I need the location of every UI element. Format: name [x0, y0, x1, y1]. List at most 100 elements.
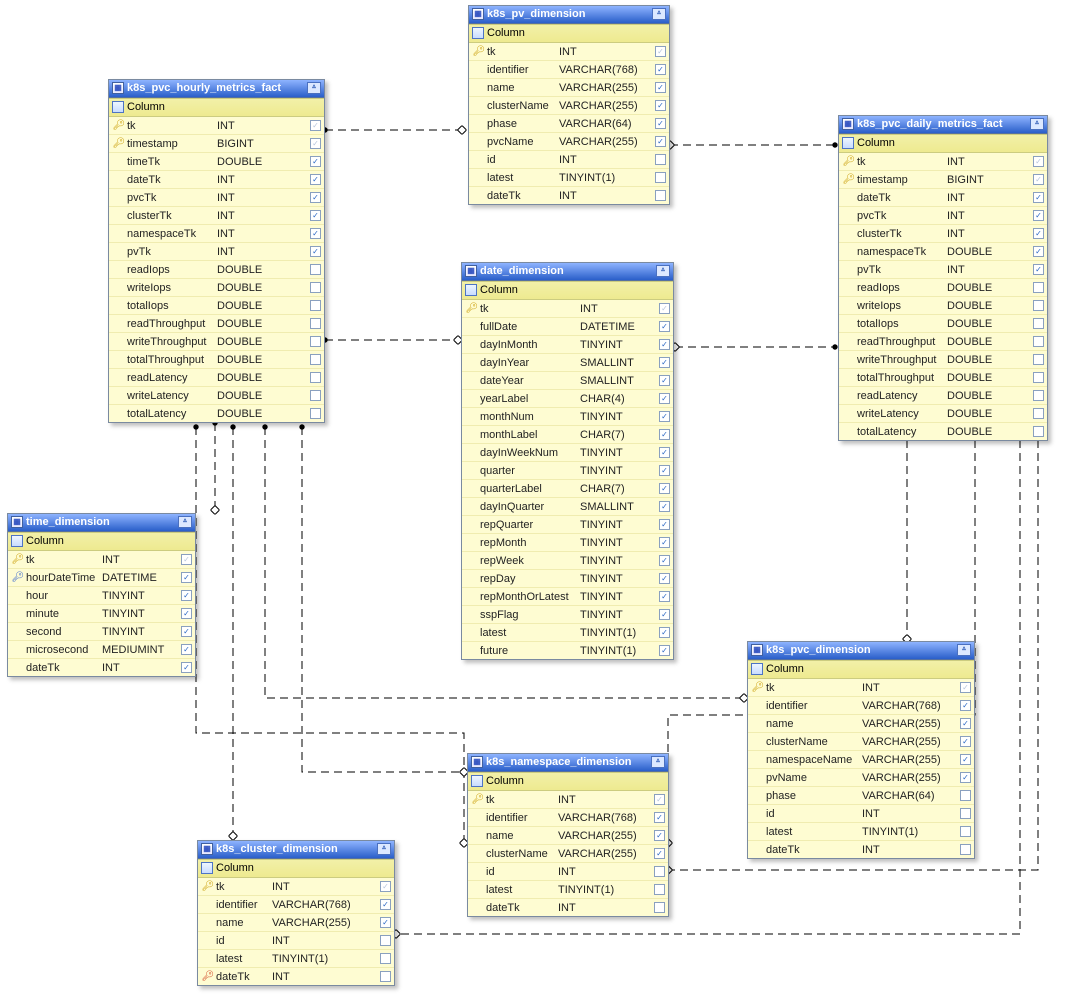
column-row[interactable]: 🔑︎tkINT✓ — [468, 791, 668, 809]
column-row[interactable]: namespaceNameVARCHAR(255)✓ — [748, 751, 974, 769]
column-row[interactable]: namespaceTkINT✓ — [109, 225, 324, 243]
not-null-checkbox[interactable]: ✓ — [1033, 426, 1044, 437]
entity-k8s_cluster_dimension[interactable]: ▦k8s_cluster_dimension▵Column🔑︎tkINT✓ide… — [197, 840, 395, 986]
not-null-checkbox[interactable]: ✓ — [310, 120, 321, 131]
not-null-checkbox[interactable]: ✓ — [181, 608, 192, 619]
not-null-checkbox[interactable]: ✓ — [181, 590, 192, 601]
column-row[interactable]: identifierVARCHAR(768)✓ — [468, 809, 668, 827]
column-row[interactable]: sspFlagTINYINT✓ — [462, 606, 673, 624]
column-row[interactable]: 🔑︎tkINT✓ — [839, 153, 1047, 171]
entity-k8s_pv_dimension[interactable]: ▦k8s_pv_dimension▵Column🔑︎tkINT✓identifi… — [468, 5, 670, 205]
column-row[interactable]: phaseVARCHAR(64)✓ — [748, 787, 974, 805]
column-section-header[interactable]: Column — [8, 532, 195, 551]
column-row[interactable]: pvcTkINT✓ — [839, 207, 1047, 225]
not-null-checkbox[interactable]: ✓ — [380, 917, 391, 928]
not-null-checkbox[interactable]: ✓ — [654, 902, 665, 913]
column-row[interactable]: clusterNameVARCHAR(255)✓ — [468, 845, 668, 863]
column-row[interactable]: identifierVARCHAR(768)✓ — [469, 61, 669, 79]
column-row[interactable]: dayInMonthTINYINT✓ — [462, 336, 673, 354]
collapse-icon[interactable]: ▵ — [652, 8, 666, 20]
collapse-icon[interactable]: ▵ — [957, 644, 971, 656]
column-row[interactable]: idINT✓ — [468, 863, 668, 881]
not-null-checkbox[interactable]: ✓ — [659, 645, 670, 656]
not-null-checkbox[interactable]: ✓ — [659, 393, 670, 404]
column-row[interactable]: repMonthOrLatestTINYINT✓ — [462, 588, 673, 606]
not-null-checkbox[interactable]: ✓ — [310, 336, 321, 347]
not-null-checkbox[interactable]: ✓ — [960, 682, 971, 693]
column-row[interactable]: identifierVARCHAR(768)✓ — [198, 896, 394, 914]
not-null-checkbox[interactable]: ✓ — [310, 354, 321, 365]
column-row[interactable]: 🔑︎tkINT✓ — [198, 878, 394, 896]
entity-title[interactable]: ▦k8s_pvc_daily_metrics_fact▵ — [839, 116, 1047, 134]
column-row[interactable]: 🔑︎timestampBIGINT✓ — [109, 135, 324, 153]
not-null-checkbox[interactable]: ✓ — [659, 357, 670, 368]
column-row[interactable]: totalIopsDOUBLE✓ — [109, 297, 324, 315]
column-row[interactable]: clusterNameVARCHAR(255)✓ — [469, 97, 669, 115]
not-null-checkbox[interactable]: ✓ — [1033, 390, 1044, 401]
column-row[interactable]: totalThroughputDOUBLE✓ — [109, 351, 324, 369]
entity-k8s_pvc_daily_metrics_fact[interactable]: ▦k8s_pvc_daily_metrics_fact▵Column🔑︎tkIN… — [838, 115, 1048, 441]
column-row[interactable]: pvcTkINT✓ — [109, 189, 324, 207]
column-row[interactable]: repMonthTINYINT✓ — [462, 534, 673, 552]
column-row[interactable]: pvcNameVARCHAR(255)✓ — [469, 133, 669, 151]
column-row[interactable]: 🔑︎tkINT✓ — [748, 679, 974, 697]
entity-title[interactable]: ▦k8s_pv_dimension▵ — [469, 6, 669, 24]
column-row[interactable]: 🔑︎tkINT✓ — [8, 551, 195, 569]
not-null-checkbox[interactable]: ✓ — [654, 866, 665, 877]
collapse-icon[interactable]: ▵ — [1030, 118, 1044, 130]
not-null-checkbox[interactable]: ✓ — [659, 573, 670, 584]
entity-title[interactable]: ▦k8s_namespace_dimension▵ — [468, 754, 668, 772]
not-null-checkbox[interactable]: ✓ — [659, 447, 670, 458]
column-row[interactable]: dateTkINT✓ — [748, 841, 974, 858]
not-null-checkbox[interactable]: ✓ — [1033, 174, 1044, 185]
column-row[interactable]: idINT✓ — [748, 805, 974, 823]
column-row[interactable]: writeLatencyDOUBLE✓ — [109, 387, 324, 405]
not-null-checkbox[interactable]: ✓ — [181, 626, 192, 637]
not-null-checkbox[interactable]: ✓ — [310, 156, 321, 167]
column-section-header[interactable]: Column — [748, 660, 974, 679]
column-section-header[interactable]: Column — [198, 859, 394, 878]
not-null-checkbox[interactable]: ✓ — [659, 555, 670, 566]
column-row[interactable]: quarterLabelCHAR(7)✓ — [462, 480, 673, 498]
not-null-checkbox[interactable]: ✓ — [380, 971, 391, 982]
column-row[interactable]: pvNameVARCHAR(255)✓ — [748, 769, 974, 787]
not-null-checkbox[interactable]: ✓ — [659, 465, 670, 476]
column-row[interactable]: fullDateDATETIME✓ — [462, 318, 673, 336]
column-row[interactable]: totalLatencyDOUBLE✓ — [839, 423, 1047, 440]
not-null-checkbox[interactable]: ✓ — [960, 826, 971, 837]
not-null-checkbox[interactable]: ✓ — [310, 192, 321, 203]
column-row[interactable]: readThroughputDOUBLE✓ — [839, 333, 1047, 351]
not-null-checkbox[interactable]: ✓ — [659, 519, 670, 530]
column-row[interactable]: 🔑︎hourDateTimeDATETIME✓ — [8, 569, 195, 587]
not-null-checkbox[interactable]: ✓ — [960, 700, 971, 711]
column-row[interactable]: dateTkINT✓ — [839, 189, 1047, 207]
entity-k8s_pvc_dimension[interactable]: ▦k8s_pvc_dimension▵Column🔑︎tkINT✓identif… — [747, 641, 975, 859]
column-row[interactable]: secondTINYINT✓ — [8, 623, 195, 641]
collapse-icon[interactable]: ▵ — [307, 82, 321, 94]
column-row[interactable]: pvTkINT✓ — [839, 261, 1047, 279]
not-null-checkbox[interactable]: ✓ — [1033, 318, 1044, 329]
column-row[interactable]: hourTINYINT✓ — [8, 587, 195, 605]
not-null-checkbox[interactable]: ✓ — [380, 899, 391, 910]
column-row[interactable]: readLatencyDOUBLE✓ — [839, 387, 1047, 405]
not-null-checkbox[interactable]: ✓ — [310, 228, 321, 239]
column-row[interactable]: timeTkDOUBLE✓ — [109, 153, 324, 171]
column-row[interactable]: nameVARCHAR(255)✓ — [748, 715, 974, 733]
entity-time_dimension[interactable]: ▦time_dimension▵Column🔑︎tkINT✓🔑︎hourDate… — [7, 513, 196, 677]
column-section-header[interactable]: Column — [839, 134, 1047, 153]
column-row[interactable]: nameVARCHAR(255)✓ — [198, 914, 394, 932]
entity-title[interactable]: ▦date_dimension▵ — [462, 263, 673, 281]
not-null-checkbox[interactable]: ✓ — [310, 210, 321, 221]
column-row[interactable]: futureTINYINT(1)✓ — [462, 642, 673, 659]
column-row[interactable]: identifierVARCHAR(768)✓ — [748, 697, 974, 715]
not-null-checkbox[interactable]: ✓ — [655, 190, 666, 201]
column-row[interactable]: dayInWeekNumTINYINT✓ — [462, 444, 673, 462]
not-null-checkbox[interactable]: ✓ — [655, 64, 666, 75]
column-row[interactable]: writeThroughputDOUBLE✓ — [839, 351, 1047, 369]
not-null-checkbox[interactable]: ✓ — [181, 554, 192, 565]
not-null-checkbox[interactable]: ✓ — [310, 138, 321, 149]
not-null-checkbox[interactable]: ✓ — [655, 100, 666, 111]
not-null-checkbox[interactable]: ✓ — [659, 483, 670, 494]
not-null-checkbox[interactable]: ✓ — [1033, 300, 1044, 311]
column-row[interactable]: readIopsDOUBLE✓ — [839, 279, 1047, 297]
